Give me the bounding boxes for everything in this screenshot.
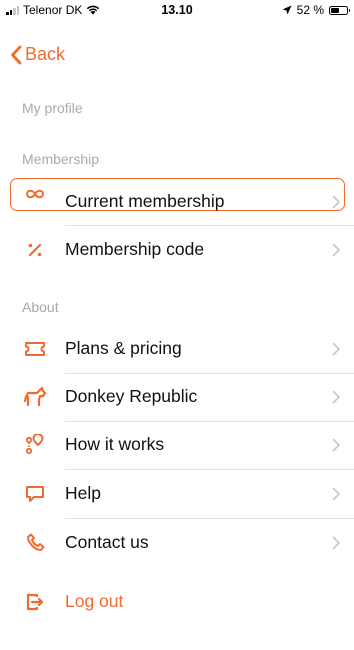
section-header-membership: Membership bbox=[22, 151, 100, 167]
logout-label: Log out bbox=[65, 591, 124, 611]
row-plans-pricing[interactable]: Plans & pricing bbox=[0, 326, 354, 372]
row-donkey-republic[interactable]: Donkey Republic bbox=[0, 374, 354, 420]
phone-icon bbox=[22, 532, 48, 554]
row-how-it-works[interactable]: How it works bbox=[0, 422, 354, 468]
chevron-right-icon bbox=[332, 342, 340, 356]
location-pins-icon bbox=[22, 434, 48, 456]
row-label: Membership code bbox=[65, 239, 205, 259]
row-help[interactable]: Help bbox=[0, 471, 354, 517]
row-membership-code[interactable]: Membership code bbox=[0, 227, 354, 273]
percent-icon bbox=[22, 239, 48, 261]
my-profile-link[interactable]: My profile bbox=[22, 100, 83, 116]
chevron-right-icon bbox=[332, 390, 340, 404]
battery-level bbox=[331, 7, 339, 13]
row-label: Help bbox=[65, 483, 101, 503]
ticket-icon bbox=[22, 338, 48, 360]
logout-icon bbox=[22, 591, 48, 613]
status-right: 52 % bbox=[282, 3, 350, 17]
donkey-icon bbox=[22, 386, 48, 408]
row-label: How it works bbox=[65, 434, 165, 454]
chevron-right-icon bbox=[332, 438, 340, 452]
row-label: Current membership bbox=[65, 191, 225, 211]
battery-percent: 52 % bbox=[296, 3, 324, 17]
divider bbox=[65, 225, 354, 226]
chevron-left-icon bbox=[11, 45, 22, 64]
back-label: Back bbox=[25, 44, 66, 64]
back-button[interactable]: Back bbox=[10, 44, 65, 65]
row-label: Donkey Republic bbox=[65, 386, 198, 406]
battery-icon bbox=[329, 5, 350, 15]
divider bbox=[65, 469, 354, 470]
divider bbox=[65, 518, 354, 519]
row-label: Plans & pricing bbox=[65, 338, 182, 358]
chat-bubble-icon bbox=[22, 483, 48, 505]
infinity-icon bbox=[22, 183, 48, 205]
logout-button[interactable]: Log out bbox=[0, 579, 354, 625]
chevron-right-icon bbox=[332, 195, 340, 209]
location-arrow-icon bbox=[282, 5, 292, 15]
row-contact-us[interactable]: Contact us bbox=[0, 520, 354, 566]
chevron-right-icon bbox=[332, 487, 340, 501]
row-current-membership[interactable]: Current membership bbox=[0, 178, 354, 224]
chevron-right-icon bbox=[332, 536, 340, 550]
status-bar: Telenor DK 13.10 52 % bbox=[0, 0, 354, 20]
row-label: Contact us bbox=[65, 532, 149, 552]
chevron-right-icon bbox=[332, 243, 340, 257]
section-header-about: About bbox=[22, 299, 59, 315]
